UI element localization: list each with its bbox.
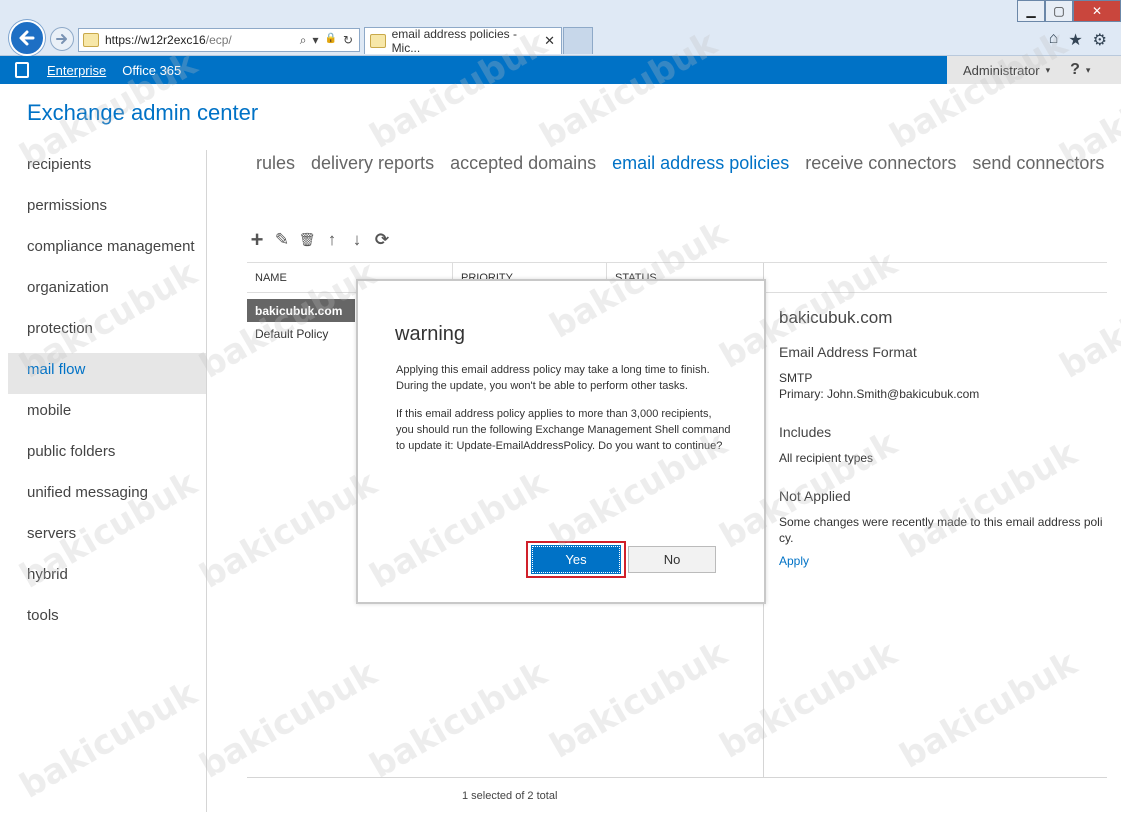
user-caret-icon[interactable]: ▾ <box>1046 65 1051 76</box>
search-icon[interactable]: ⌕ <box>300 33 307 48</box>
address-url: https://w12r2exc16/ecp/ <box>105 33 232 47</box>
list-toolbar: + ✎ 🗑 ↑ ↓ ⟳ <box>249 227 390 252</box>
dialog-paragraph-1: Applying this email address policy may t… <box>396 364 710 392</box>
format-heading: Email Address Format <box>779 344 917 360</box>
address-bar[interactable]: https://w12r2exc16/ecp/ ⌕ ▾ 🔒 ↻ <box>78 28 360 52</box>
includes-heading: Includes <box>779 424 832 440</box>
window-controls: ▁ ▢ ✕ <box>1017 0 1121 22</box>
format-primary: Primary: John.Smith@bakicubuk.com <box>779 387 980 401</box>
tab-delivery-reports[interactable]: delivery reports <box>311 153 434 174</box>
help-caret-icon[interactable]: ▾ <box>1086 65 1091 76</box>
arrow-left-icon <box>19 30 35 46</box>
browser-chrome: https://w12r2exc16/ecp/ ⌕ ▾ 🔒 ↻ email ad… <box>0 0 1121 56</box>
nav-divider <box>206 150 207 812</box>
delete-icon[interactable]: 🗑 <box>299 231 316 249</box>
tab-close-icon[interactable]: ✕ <box>544 33 555 49</box>
left-navigation: recipients permissions compliance manage… <box>8 148 206 640</box>
office-logo-icon[interactable] <box>15 62 29 78</box>
tab-accepted-domains[interactable]: accepted domains <box>450 153 596 174</box>
yes-button[interactable]: Yes <box>531 545 621 574</box>
favorites-icon[interactable]: ★ <box>1068 30 1082 50</box>
warning-dialog: warning Applying this email address poli… <box>356 279 766 604</box>
nav-item-permissions[interactable]: permissions <box>8 189 206 230</box>
maximize-button[interactable]: ▢ <box>1045 0 1073 22</box>
dialog-title: warning <box>395 323 466 345</box>
settings-gear-icon[interactable]: ⚙ <box>1093 30 1107 50</box>
edit-icon[interactable]: ✎ <box>274 230 290 249</box>
mail-flow-tabs: rules delivery reports accepted domains … <box>256 153 1104 174</box>
nav-item-hybrid[interactable]: hybrid <box>8 558 206 599</box>
user-menu[interactable]: Administrator <box>963 63 1040 78</box>
not-applied-text: Some changes were recently made to this … <box>779 515 1103 545</box>
footer-divider <box>247 777 1107 778</box>
apply-link[interactable]: Apply <box>779 554 1107 568</box>
help-icon[interactable]: ? <box>1070 61 1080 79</box>
nav-item-organization[interactable]: organization <box>8 271 206 312</box>
details-topline <box>763 262 1107 263</box>
back-button[interactable] <box>9 20 45 56</box>
nav-item-compliance-management[interactable]: compliance management <box>8 230 206 271</box>
dropdown-icon[interactable]: ▾ <box>312 33 318 48</box>
details-headline <box>763 292 1107 293</box>
dialog-paragraph-2: If this email address policy applies to … <box>396 408 731 452</box>
tab-favicon-icon <box>370 34 386 48</box>
close-window-button[interactable]: ✕ <box>1073 0 1121 22</box>
tab-email-address-policies[interactable]: email address policies <box>612 153 789 174</box>
nav-item-unified-messaging[interactable]: unified messaging <box>8 476 206 517</box>
page-title: Exchange admin center <box>27 100 259 125</box>
nav-item-mobile[interactable]: mobile <box>8 394 206 435</box>
move-down-icon[interactable]: ↓ <box>349 230 365 249</box>
nav-item-mail-flow[interactable]: mail flow <box>8 353 206 394</box>
browser-tab-active[interactable]: email address policies - Mic... ✕ <box>364 27 562 55</box>
move-up-icon[interactable]: ↑ <box>324 230 340 249</box>
new-tab-button[interactable] <box>563 27 593 54</box>
nav-item-protection[interactable]: protection <box>8 312 206 353</box>
tab-send-connectors[interactable]: send connectors <box>972 153 1104 174</box>
tab-rules[interactable]: rules <box>256 153 295 174</box>
browser-tools: ⌂ ★ ⚙ <box>1049 30 1107 50</box>
dialog-body: Applying this email address policy may t… <box>396 362 731 466</box>
add-icon[interactable]: + <box>249 227 265 252</box>
site-favicon-icon <box>83 33 99 47</box>
home-icon[interactable]: ⌂ <box>1049 30 1059 50</box>
forward-button[interactable] <box>50 27 74 51</box>
arrow-right-icon <box>56 34 67 44</box>
format-type: SMTP <box>779 371 813 385</box>
user-area: Administrator ▾ ? ▾ <box>947 56 1121 84</box>
watermark: bakicubuk <box>893 643 1084 777</box>
no-button[interactable]: No <box>628 546 716 573</box>
refresh-icon[interactable]: ↻ <box>343 33 353 48</box>
lock-icon[interactable]: 🔒 <box>324 33 336 48</box>
includes-value: All recipient types <box>779 451 874 465</box>
refresh-icon[interactable]: ⟳ <box>374 230 390 249</box>
nav-item-public-folders[interactable]: public folders <box>8 435 206 476</box>
tab-title: email address policies - Mic... <box>391 27 517 55</box>
watermark: bakicubuk <box>13 673 204 807</box>
list-row-selected[interactable]: bakicubuk.com <box>247 299 355 322</box>
office-app-bar: Enterprise Office 365 Administrator ▾ ? … <box>0 56 1121 84</box>
nav-item-servers[interactable]: servers <box>8 517 206 558</box>
details-pane: bakicubuk.com Email Address Format SMTP … <box>779 308 1107 590</box>
tab-receive-connectors[interactable]: receive connectors <box>805 153 956 174</box>
office365-link[interactable]: Office 365 <box>122 63 181 78</box>
enterprise-link[interactable]: Enterprise <box>47 63 106 78</box>
minimize-button[interactable]: ▁ <box>1017 0 1045 22</box>
nav-item-recipients[interactable]: recipients <box>8 148 206 189</box>
selection-count: 1 selected of 2 total <box>462 790 558 802</box>
not-applied-heading: Not Applied <box>779 488 851 504</box>
nav-item-tools[interactable]: tools <box>8 599 206 640</box>
details-title: bakicubuk.com <box>779 308 893 327</box>
